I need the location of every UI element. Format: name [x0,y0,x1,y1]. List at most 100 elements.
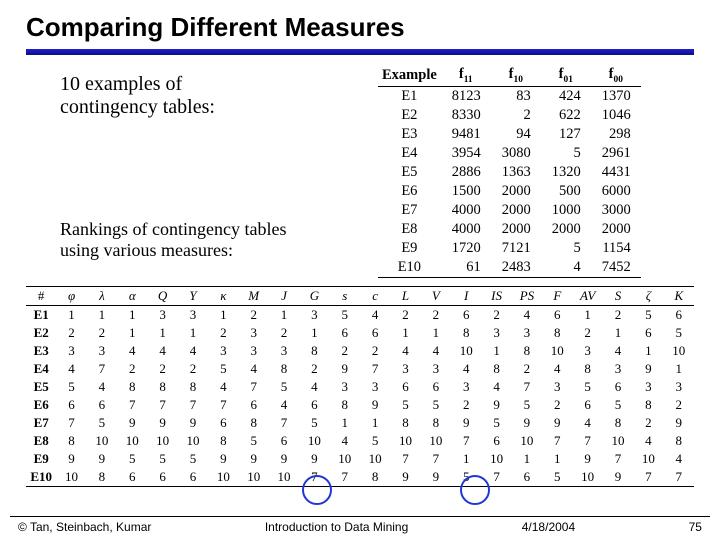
ct-cell: E5 [378,163,441,182]
rank-cell: 6 [542,305,572,324]
rank-cell: 7 [512,378,542,396]
rank-cell: 9 [239,450,269,468]
rank-cell: 4 [87,378,117,396]
rank-cell: 10 [178,432,208,450]
rank-cell: 6 [451,305,481,324]
rank-cell: 1 [633,342,663,360]
rank-cell: 2 [239,305,269,324]
rank-cell: 5 [360,432,390,450]
rank-cell: 7 [299,468,329,487]
rank-cell: 3 [451,378,481,396]
rank-cell: 1 [178,324,208,342]
ct-cell: 3954 [441,144,491,163]
rank-header: AV [572,286,602,305]
rank-cell: 9 [56,450,86,468]
ct-cell: 5 [541,144,591,163]
ct-cell: 4431 [591,163,641,182]
rank-cell: 8 [421,414,451,432]
rank-cell: 1 [390,324,420,342]
ct-cell: 2000 [591,220,641,239]
rank-cell: 5 [178,450,208,468]
rank-cell: 10 [512,432,542,450]
rank-cell: E6 [26,396,56,414]
rank-cell: 3 [239,324,269,342]
rank-cell: 6 [299,396,329,414]
rank-cell: 5 [117,450,147,468]
rankings-table-wrap: #φλαQYκMJGscLVIISPSFAVSζK E1111331213542… [26,286,694,487]
rank-cell: 9 [147,414,177,432]
rank-cell: 8 [481,360,511,378]
rank-cell: 7 [117,396,147,414]
rank-cell: 5 [239,432,269,450]
rank-cell: 4 [542,360,572,378]
rank-cell: 10 [147,432,177,450]
ct-row: E43954308052961 [378,144,641,163]
rank-cell: 8 [117,378,147,396]
rank-cell: 2 [421,305,451,324]
rank-header: G [299,286,329,305]
rank-cell: E7 [26,414,56,432]
rank-cell: 10 [390,432,420,450]
rank-cell: 8 [208,432,238,450]
ct-cell: E9 [378,239,441,258]
rank-cell: 8 [451,324,481,342]
rank-cell: E1 [26,305,56,324]
rank-cell: 8 [633,396,663,414]
rank-cell: 10 [56,468,86,487]
ct-row: E2833026221046 [378,106,641,125]
rank-cell: E4 [26,360,56,378]
rank-cell: 10 [330,450,360,468]
ct-cell: 8123 [441,86,491,106]
rank-cell: 9 [603,468,633,487]
rank-cell: 10 [239,468,269,487]
rank-cell: 6 [390,378,420,396]
rank-cell: E5 [26,378,56,396]
rank-header: V [421,286,451,305]
rank-cell: 5 [390,396,420,414]
rank-cell: 5 [56,378,86,396]
ct-header-f10: f10 [491,65,541,86]
ct-cell: 2483 [491,258,541,278]
rank-cell: 9 [421,468,451,487]
rank-cell: 6 [87,396,117,414]
title-rule [26,49,694,55]
rank-header: κ [208,286,238,305]
rank-cell: 1 [512,450,542,468]
rank-cell: 6 [481,432,511,450]
rank-cell: 3 [56,342,86,360]
ct-cell: 3080 [491,144,541,163]
rank-row: E7759996875118895994829 [26,414,694,432]
ct-cell: 4000 [441,220,491,239]
rank-cell: 5 [147,450,177,468]
rank-row: E5548884754336634735633 [26,378,694,396]
rank-cell: 4 [572,414,602,432]
ct-cell: 7121 [491,239,541,258]
rank-cell: 6 [330,324,360,342]
rank-cell: 7 [239,378,269,396]
rank-cell: 5 [481,414,511,432]
rank-cell: 7 [56,414,86,432]
rank-header: λ [87,286,117,305]
ct-row: E6150020005006000 [378,182,641,201]
lead-line1: 10 examples of [60,73,182,95]
rank-cell: 1 [542,450,572,468]
rank-cell: 8 [178,378,208,396]
ct-row: E3948194127298 [378,125,641,144]
ct-cell: 8330 [441,106,491,125]
rank-cell: 10 [421,432,451,450]
ct-cell: E8 [378,220,441,239]
rank-cell: 7 [542,432,572,450]
rank-cell: 6 [208,414,238,432]
rank-cell: 4 [208,378,238,396]
rank-cell: 4 [360,305,390,324]
rank-cell: 1 [87,305,117,324]
rank-cell: 9 [542,414,572,432]
rank-cell: 3 [239,342,269,360]
rank-header: α [117,286,147,305]
rank-cell: 4 [147,342,177,360]
rank-cell: 3 [87,342,117,360]
rank-cell: 7 [178,396,208,414]
rank-cell: 3 [360,378,390,396]
rank-cell: 4 [269,396,299,414]
ct-cell: 1046 [591,106,641,125]
